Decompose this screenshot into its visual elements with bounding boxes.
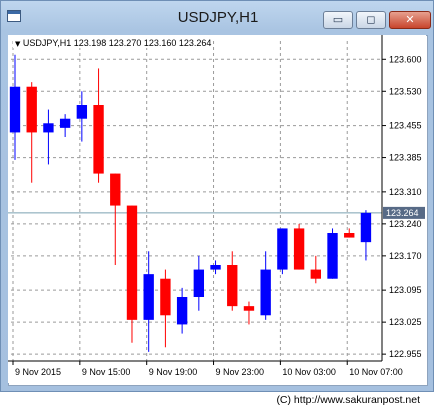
ohlc-info: USDJPY,H1 123.198 123.270 123.160 123.26… [22,38,212,48]
candle-body [260,269,271,316]
x-tick-label: 9 Nov 2015 [15,367,61,377]
candlestick-chart[interactable]: 123.600 123.530 123.455 123.385 123.310 123.2… [8,35,426,383]
y-tick-label: 122.955 [389,349,422,359]
candle-body [43,123,54,133]
footer: (C) http://www.sakuranpost.net [0,392,434,419]
x-tick-label: 10 Nov 03:00 [282,367,336,377]
candle-body [293,228,305,270]
candle-body [210,265,221,270]
x-tick-label: 9 Nov 15:00 [82,367,131,377]
candle-body [344,233,355,238]
candle-body [143,274,154,320]
candle-body [193,269,205,297]
candle-body [9,86,21,133]
title-bar[interactable]: USDJPY,H1 ▭ ◻ ✕ [1,1,433,33]
candle-body [126,205,138,320]
y-tick-label: 123.310 [389,187,422,197]
candle-body [176,297,188,325]
y-tick-label: 123.240 [389,219,422,229]
y-tick-label: 123.385 [389,153,422,163]
candle-body [93,105,104,174]
x-tick-label: 9 Nov 19:00 [149,367,198,377]
candle-body [160,278,171,316]
candle-body [310,269,321,279]
chart-background [8,35,426,383]
current-price-label: 123.264 [386,208,419,218]
candle-body [227,265,238,307]
candle-body [360,212,372,243]
y-tick-label: 123.095 [389,285,422,295]
candle-body [59,118,71,128]
candle-body [110,173,121,206]
y-tick-label: 123.600 [389,54,422,64]
copyright-text: (C) http://www.sakuranpost.net [276,394,420,406]
x-tick-label: 9 Nov 23:00 [216,367,265,377]
dropdown-arrow-icon[interactable]: ▼ [15,40,20,48]
x-tick-label: 10 Nov 07:00 [349,367,403,377]
minimize-button[interactable]: ▭ [323,11,353,29]
candle-body [277,228,288,270]
close-button[interactable]: ✕ [389,11,431,29]
y-tick-label: 123.025 [389,317,422,327]
y-tick-label: 123.530 [389,86,422,96]
candle-body [243,306,255,311]
y-tick-label: 123.170 [389,251,422,261]
candle-body [26,86,37,133]
chart-info-label: ▼ USDJPY,H1 123.198 123.270 123.160 123.… [13,38,214,48]
maximize-button[interactable]: ◻ [356,11,386,29]
y-tick-label: 123.455 [389,121,422,131]
candle-body [76,105,88,119]
candle-body [327,233,338,279]
